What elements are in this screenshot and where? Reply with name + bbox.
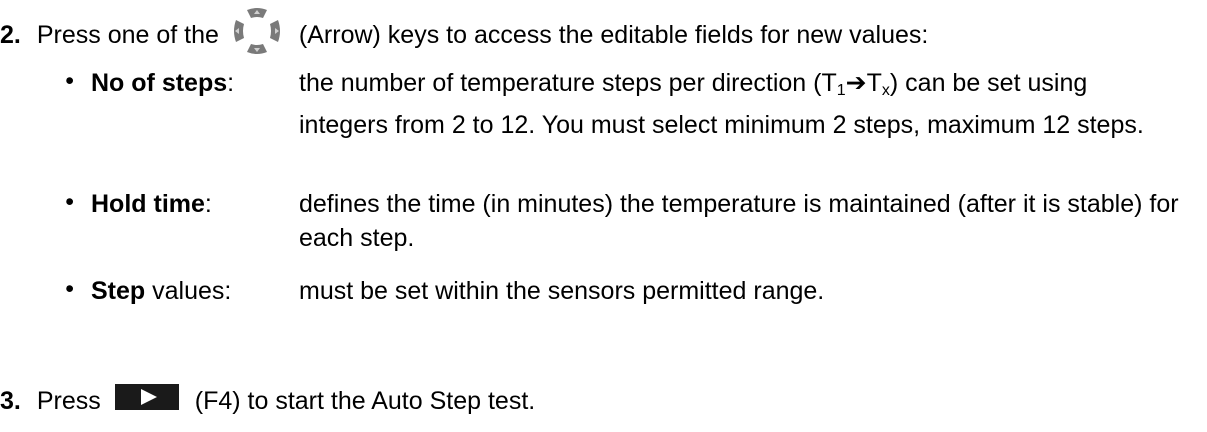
- bullet-marker: •: [65, 188, 74, 216]
- term-no-of-steps: No of steps:: [91, 69, 235, 97]
- bullet-marker: •: [65, 67, 74, 95]
- step-2-text-after: (Arrow) keys to access the editable fiel…: [298, 20, 929, 49]
- step-3-text-before: Press: [36, 386, 101, 415]
- step-3-line: 3. Press (F4) to start the Auto Step tes…: [0, 384, 535, 417]
- bullet-marker: •: [65, 275, 74, 303]
- step-3-number: 3.: [0, 386, 21, 415]
- step-3-text-after: (F4) to start the Auto Step test.: [194, 386, 536, 415]
- play-key-icon: [101, 384, 195, 417]
- term-step-values: Step values:: [91, 277, 232, 305]
- step-2-number: 2.: [0, 20, 21, 49]
- step-2-text-before: Press one of the: [36, 20, 219, 49]
- term-hold-time: Hold time:: [91, 190, 212, 218]
- right-arrow-icon: ➔: [845, 69, 867, 97]
- step-2-line: 2. Press one of the (Arrow) keys to acce…: [0, 8, 928, 61]
- bullet-step-values: • Step values: must be set within the se…: [0, 274, 1179, 308]
- bullet-no-of-steps: • No of steps: the number of temperature…: [0, 66, 1179, 142]
- desc-hold-time: defines the time (in minutes) the temper…: [299, 190, 1179, 252]
- desc-step-values: must be set within the sensors permitted…: [299, 277, 825, 305]
- desc-no-of-steps: the number of temperature steps per dire…: [299, 69, 1144, 139]
- bullet-hold-time: • Hold time: defines the time (in minute…: [0, 187, 1179, 255]
- arrow-keys-icon: [219, 8, 299, 61]
